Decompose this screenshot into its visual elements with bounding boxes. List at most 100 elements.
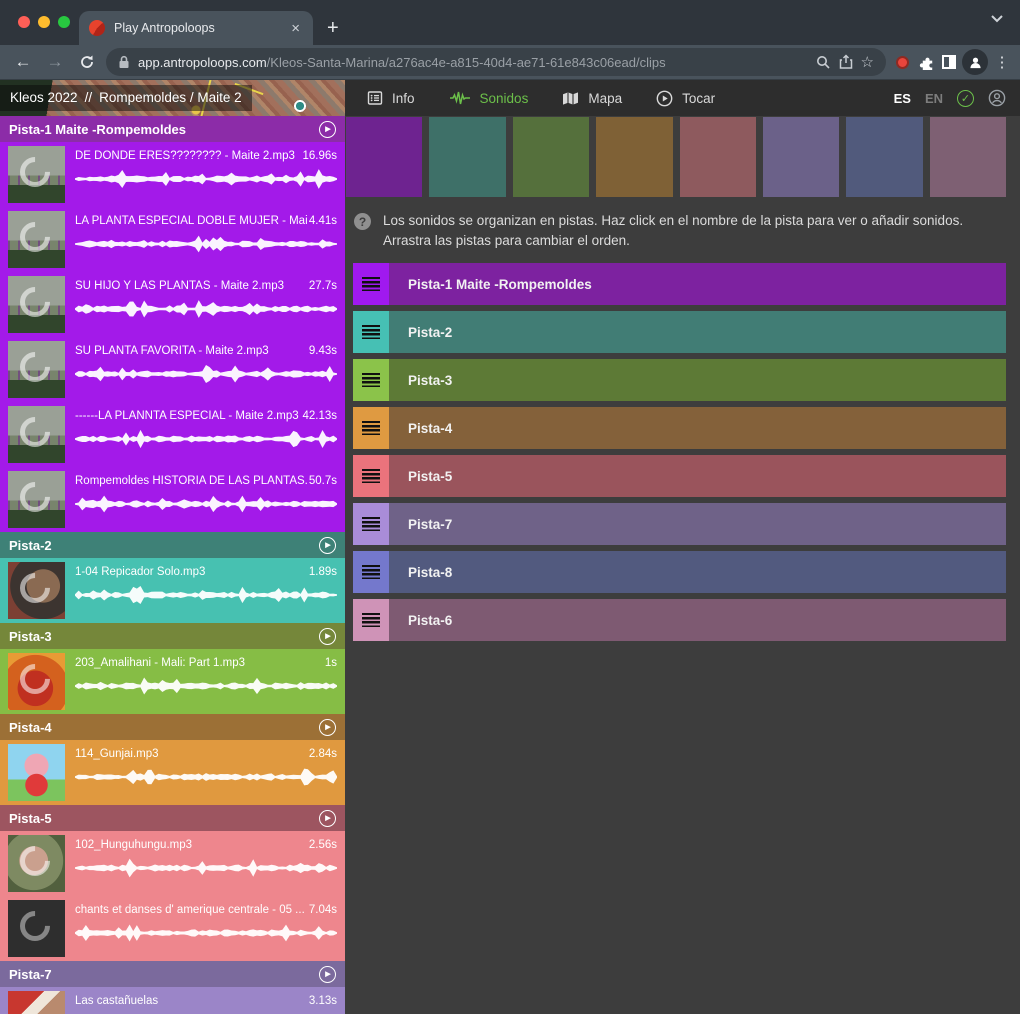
track-row[interactable]: Pista-4 (353, 407, 1006, 449)
audio-clip[interactable]: Rompemoldes HISTORIA DE LAS PLANTAS... 5… (0, 467, 345, 532)
track-section-header[interactable]: Pista-4 ▶ (0, 714, 345, 740)
track-row-label[interactable]: Pista-3 (389, 359, 1006, 401)
sidebar-track-section: Pista-7 ▶ Las castañuelas 3.13s (0, 961, 345, 1014)
track-drag-handle[interactable] (353, 407, 389, 449)
track-row[interactable]: Pista-6 (353, 599, 1006, 641)
app-nav: Info Sonidos Mapa Tocar (367, 90, 715, 107)
track-section-name[interactable]: Pista-4 (9, 720, 52, 735)
nav-item-sonidos[interactable]: Sonidos (449, 90, 529, 106)
audio-clip[interactable]: 102_Hunguhungu.mp3 2.56s (0, 831, 345, 896)
clip-title: 203_Amalihani - Mali: Part 1.mp3 (75, 657, 323, 669)
track-drag-handle[interactable] (353, 359, 389, 401)
nav-item-tocar[interactable]: Tocar (656, 90, 715, 107)
track-row-label[interactable]: Pista-8 (389, 551, 1006, 593)
new-tab-button[interactable]: + (327, 17, 339, 45)
clip-waveform (75, 362, 337, 386)
track-row[interactable]: Pista-3 (353, 359, 1006, 401)
breadcrumb-project[interactable]: Kleos 2022 (10, 90, 78, 105)
account-icon[interactable] (988, 89, 1006, 107)
zoom-window-button[interactable] (58, 16, 70, 28)
track-row-label[interactable]: Pista-2 (389, 311, 1006, 353)
track-play-button[interactable]: ▶ (319, 810, 336, 827)
nav-item-info[interactable]: Info (367, 90, 415, 106)
track-row-label[interactable]: Pista-6 (389, 599, 1006, 641)
track-section-name[interactable]: Pista-2 (9, 538, 52, 553)
track-row[interactable]: Pista-1 Maite -Rompemoldes (353, 263, 1006, 305)
audio-clip[interactable]: chants et danses d' amerique centrale - … (0, 896, 345, 961)
track-row[interactable]: Pista-7 (353, 503, 1006, 545)
track-section-header[interactable]: Pista-3 ▶ (0, 623, 345, 649)
minimize-window-button[interactable] (38, 16, 50, 28)
audio-clip[interactable]: ------LA PLANNTA ESPECIAL - Maite 2.mp3 … (0, 402, 345, 467)
close-window-button[interactable] (18, 16, 30, 28)
track-drag-handle[interactable] (353, 599, 389, 641)
track-drag-handle[interactable] (353, 551, 389, 593)
sync-check-icon[interactable]: ✓ (957, 90, 974, 107)
track-row[interactable]: Pista-2 (353, 311, 1006, 353)
track-row[interactable]: Pista-8 (353, 551, 1006, 593)
track-row-label[interactable]: Pista-1 Maite -Rompemoldes (389, 263, 1006, 305)
track-play-button[interactable]: ▶ (319, 537, 336, 554)
bookmark-star-icon[interactable]: ☆ (861, 53, 874, 71)
url-bar[interactable]: app.antropoloops.com/Kleos-Santa-Marina/… (106, 48, 886, 76)
color-swatch-3 (513, 117, 589, 197)
track-row-label[interactable]: Pista-4 (389, 407, 1006, 449)
track-play-button[interactable]: ▶ (319, 121, 336, 138)
audio-clip[interactable]: 114_Gunjai.mp3 2.84s (0, 740, 345, 805)
clip-thumbnail (8, 900, 65, 957)
audio-clip[interactable]: DE DONDE ERES???????? - Maite 2.mp3 16.9… (0, 142, 345, 207)
track-play-button[interactable]: ▶ (319, 719, 336, 736)
track-drag-handle[interactable] (353, 311, 389, 353)
track-section-clips: 114_Gunjai.mp3 2.84s (0, 740, 345, 805)
back-button[interactable]: ← (10, 52, 36, 72)
tab-search-chevron-icon[interactable] (990, 14, 1004, 23)
track-row[interactable]: Pista-5 (353, 455, 1006, 497)
audio-clip[interactable]: SU PLANTA FAVORITA - Maite 2.mp3 9.43s (0, 337, 345, 402)
lang-es-button[interactable]: ES (894, 91, 911, 106)
reload-button[interactable] (74, 54, 100, 70)
track-list: Pista-1 Maite -Rompemoldes Pista-2 Pista… (353, 263, 1006, 641)
audio-clip[interactable]: 203_Amalihani - Mali: Part 1.mp3 1s (0, 649, 345, 714)
sidebar-track-section: Pista-5 ▶ 102_Hunguhungu.mp3 2.56s chant… (0, 805, 345, 961)
browser-menu-icon[interactable]: ⋮ (994, 53, 1010, 71)
share-icon[interactable] (839, 54, 853, 70)
track-play-button[interactable]: ▶ (319, 966, 336, 983)
extensions-puzzle-icon[interactable] (919, 54, 936, 71)
track-drag-handle[interactable] (353, 503, 389, 545)
track-drag-handle[interactable] (353, 455, 389, 497)
audio-clip[interactable]: SU HIJO Y LAS PLANTAS - Maite 2.mp3 27.7… (0, 272, 345, 337)
breadcrumb-separator: // (85, 90, 93, 105)
audio-clip[interactable]: 1-04 Repicador Solo.mp3 1.89s (0, 558, 345, 623)
loader-ring-icon (14, 567, 56, 609)
split-view-icon[interactable] (942, 55, 956, 69)
track-play-button[interactable]: ▶ (319, 628, 336, 645)
forward-button[interactable]: → (42, 52, 68, 72)
nav-item-mapa[interactable]: Mapa (562, 91, 622, 106)
help-icon[interactable]: ? (354, 213, 371, 230)
browser-profile-avatar[interactable] (962, 49, 988, 75)
map-preview-strip[interactable]: Kleos 2022//Rompemoldes / Maite 2 (0, 80, 345, 116)
header-right: ES EN ✓ (894, 89, 1020, 107)
tab-favicon-icon (89, 20, 105, 36)
tracks-sidebar[interactable]: Pista-1 Maite -Rompemoldes ▶ DE DONDE ER… (0, 116, 345, 1014)
track-section-header[interactable]: Pista-1 Maite -Rompemoldes ▶ (0, 116, 345, 142)
record-indicator-icon[interactable] (896, 56, 909, 69)
lang-en-button[interactable]: EN (925, 91, 943, 106)
tab-close-icon[interactable]: × (288, 20, 303, 37)
clip-title: 114_Gunjai.mp3 (75, 748, 307, 760)
track-drag-handle[interactable] (353, 263, 389, 305)
track-section-header[interactable]: Pista-5 ▶ (0, 805, 345, 831)
track-row-label[interactable]: Pista-5 (389, 455, 1006, 497)
track-section-name[interactable]: Pista-7 (9, 967, 52, 982)
track-section-name[interactable]: Pista-3 (9, 629, 52, 644)
track-row-label[interactable]: Pista-7 (389, 503, 1006, 545)
audio-clip[interactable]: LA PLANTA ESPECIAL DOBLE MUJER - Mai... … (0, 207, 345, 272)
audio-clip[interactable]: Las castañuelas 3.13s (0, 987, 345, 1014)
track-section-name[interactable]: Pista-5 (9, 811, 52, 826)
track-section-header[interactable]: Pista-7 ▶ (0, 961, 345, 987)
track-section-clips: 102_Hunguhungu.mp3 2.56s chants et danse… (0, 831, 345, 961)
track-section-header[interactable]: Pista-2 ▶ (0, 532, 345, 558)
browser-tab[interactable]: Play Antropoloops × (79, 11, 313, 45)
track-section-name[interactable]: Pista-1 Maite -Rompemoldes (9, 122, 186, 137)
zoom-page-icon[interactable] (816, 55, 831, 70)
